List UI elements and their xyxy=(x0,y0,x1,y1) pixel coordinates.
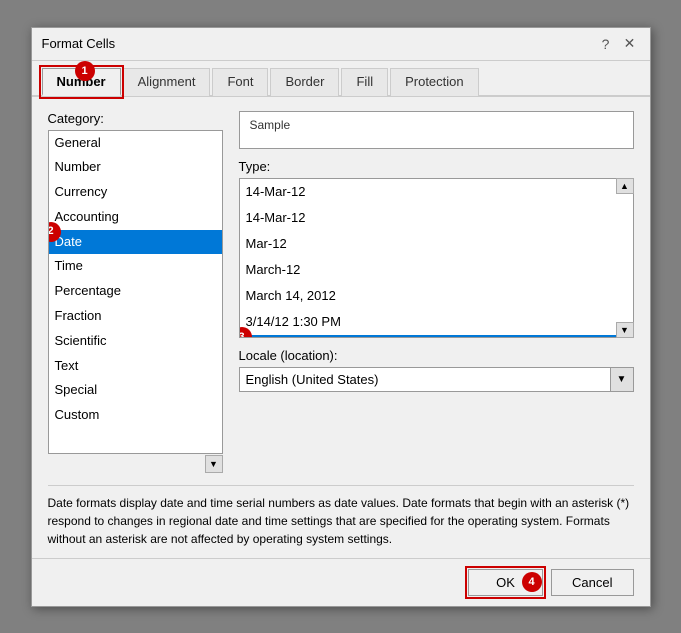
locale-select-wrapper: English (United States) ▼ xyxy=(239,367,634,392)
category-item-text[interactable]: Text xyxy=(49,354,222,379)
type-item-2[interactable]: 14-Mar-12 xyxy=(240,205,633,231)
tab-protection[interactable]: Protection xyxy=(390,68,479,96)
dialog-title: Format Cells xyxy=(42,36,116,51)
type-label: Type: xyxy=(239,159,634,174)
right-panel: Sample Type: 14-Mar-12 14-Mar-12 Mar-12 … xyxy=(239,111,634,473)
type-item-6[interactable]: 3/14/12 1:30 PM xyxy=(240,309,633,335)
type-item-3[interactable]: Mar-12 xyxy=(240,231,633,257)
tab-font[interactable]: Font xyxy=(212,68,268,96)
cancel-button[interactable]: Cancel xyxy=(551,569,633,596)
tab-border[interactable]: Border xyxy=(270,68,339,96)
help-button[interactable]: ? xyxy=(596,34,616,54)
title-bar: Format Cells ? ✕ xyxy=(32,28,650,61)
type-item-1[interactable]: 14-Mar-12 xyxy=(240,179,633,205)
category-item-custom[interactable]: Custom xyxy=(49,403,222,428)
title-bar-left: Format Cells xyxy=(42,36,116,51)
type-section: Type: 14-Mar-12 14-Mar-12 Mar-12 March-1… xyxy=(239,159,634,338)
category-item-currency[interactable]: Currency xyxy=(49,180,222,205)
locale-select[interactable]: English (United States) xyxy=(239,367,634,392)
button-bar: 4 OK Cancel xyxy=(32,558,650,606)
tab-fill[interactable]: Fill xyxy=(341,68,388,96)
category-item-fraction[interactable]: Fraction xyxy=(49,304,222,329)
type-list-wrapper: 14-Mar-12 14-Mar-12 Mar-12 March-12 Marc… xyxy=(239,178,634,338)
category-label: Category: xyxy=(48,111,223,126)
type-scroll-up[interactable]: ▲ xyxy=(616,178,634,194)
tab-alignment[interactable]: Alignment xyxy=(123,68,211,96)
type-item-5[interactable]: March 14, 2012 xyxy=(240,283,633,309)
category-item-general[interactable]: General xyxy=(49,131,222,156)
badge-1: 1 xyxy=(75,61,95,81)
type-item-7[interactable]: 3/14/12 13:30 3 xyxy=(240,335,633,337)
close-button[interactable]: ✕ xyxy=(620,34,640,54)
tab-number-wrapper: Number 1 xyxy=(42,67,123,95)
type-scroll-down[interactable]: ▼ xyxy=(616,322,634,338)
locale-label: Locale (location): xyxy=(239,348,634,363)
sample-section: Sample xyxy=(239,111,634,149)
category-item-accounting[interactable]: Accounting xyxy=(49,205,222,230)
format-cells-dialog: Format Cells ? ✕ Number 1 Alignment Font… xyxy=(31,27,651,607)
main-area: Category: General Number Currency Accoun… xyxy=(48,111,634,473)
tab-number[interactable]: Number 1 xyxy=(42,68,121,96)
category-item-percentage[interactable]: Percentage xyxy=(49,279,222,304)
category-scroll-down[interactable]: ▼ xyxy=(205,455,223,473)
left-panel: Category: General Number Currency Accoun… xyxy=(48,111,223,473)
title-bar-right: ? ✕ xyxy=(596,34,640,54)
badge-4: 4 xyxy=(522,572,542,592)
category-item-time[interactable]: Time xyxy=(49,254,222,279)
category-item-special[interactable]: Special xyxy=(49,378,222,403)
sample-label: Sample xyxy=(250,118,623,132)
category-item-scientific[interactable]: Scientific xyxy=(49,329,222,354)
tab-bar: Number 1 Alignment Font Border Fill Prot… xyxy=(32,61,650,97)
locale-section: Locale (location): English (United State… xyxy=(239,348,634,392)
type-list[interactable]: 14-Mar-12 14-Mar-12 Mar-12 March-12 Marc… xyxy=(239,178,634,338)
content-area: Category: General Number Currency Accoun… xyxy=(32,97,650,558)
description-text: Date formats display date and time seria… xyxy=(48,485,634,548)
type-item-4[interactable]: March-12 xyxy=(240,257,633,283)
category-item-date[interactable]: Date 2 xyxy=(49,230,222,255)
category-item-number[interactable]: Number xyxy=(49,155,222,180)
category-list[interactable]: General Number Currency Accounting Date … xyxy=(48,130,223,454)
